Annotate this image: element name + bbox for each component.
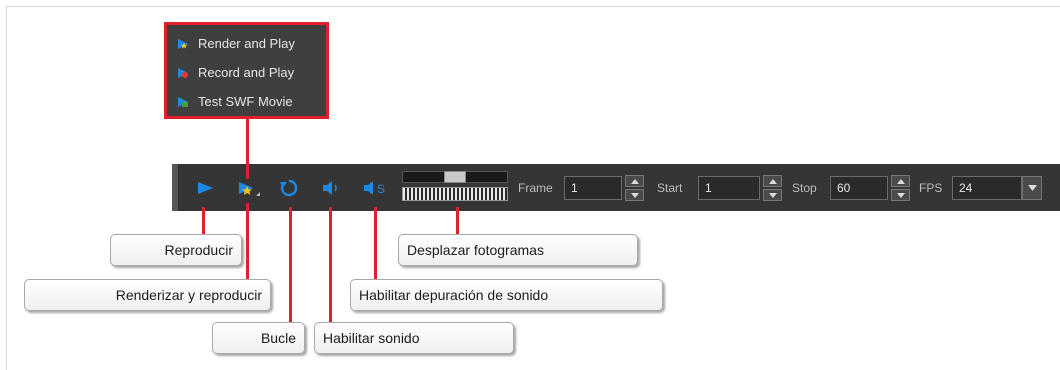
play-icon[interactable] — [194, 177, 216, 199]
playback-toolbar: S Frame 1 Start 1 Stop 60 FPS 24 — [172, 164, 1060, 211]
callout-line-sound-scrub — [374, 207, 377, 290]
spin-up-button[interactable] — [763, 175, 782, 187]
spin-down-button[interactable] — [891, 189, 910, 201]
callout-bucle: Bucle — [212, 322, 305, 354]
callout-reproducir: Reproducir — [110, 234, 242, 266]
menu-item-label: Record and Play — [198, 65, 295, 80]
stop-field[interactable]: 60 — [830, 176, 888, 200]
record-play-icon — [177, 67, 189, 79]
callout-line-render-play — [246, 203, 249, 290]
callout-habilitar-depuracion-de-sonido: Habilitar depuración de sonido — [350, 279, 663, 311]
callout-habilitar-sonido: Habilitar sonido — [314, 322, 514, 354]
toolbar-grip[interactable] — [172, 164, 179, 211]
frame-field[interactable]: 1 — [564, 176, 622, 200]
menu-item-label: Render and Play — [198, 36, 295, 51]
menu-item-test-swf-movie[interactable]: Test SWF Movie — [167, 87, 326, 116]
menu-item-render-and-play[interactable]: Render and Play — [167, 29, 326, 58]
render-play-menu: Render and Play Record and Play Test SWF… — [164, 22, 329, 119]
frame-label: Frame — [518, 181, 553, 195]
spin-down-button[interactable] — [625, 189, 644, 201]
fps-dropdown-button[interactable] — [1022, 176, 1042, 200]
menu-item-record-and-play[interactable]: Record and Play — [167, 58, 326, 87]
start-label: Start — [657, 181, 683, 195]
sound-icon[interactable] — [320, 177, 342, 199]
spin-up-button[interactable] — [625, 175, 644, 187]
fps-select[interactable]: 24 — [952, 176, 1022, 200]
loop-icon[interactable] — [278, 177, 300, 199]
test-swf-icon — [177, 96, 189, 108]
callout-desplazar-fotogramas: Desplazar fotogramas — [398, 234, 638, 266]
render-play-icon[interactable] — [236, 177, 260, 199]
callout-line-menu — [246, 119, 249, 179]
spin-down-button[interactable] — [763, 189, 782, 201]
stop-spinner[interactable] — [891, 175, 910, 201]
fps-label: FPS — [919, 181, 943, 195]
svg-text:S: S — [377, 182, 385, 196]
menu-item-label: Test SWF Movie — [198, 94, 293, 109]
chevron-down-icon — [1027, 185, 1037, 191]
frame-spinner[interactable] — [625, 175, 644, 201]
callout-line-sound — [329, 207, 332, 334]
scrubber-thumb[interactable] — [444, 171, 466, 183]
stop-label: Stop — [792, 181, 817, 195]
frame-scrubber[interactable] — [402, 169, 508, 203]
start-field[interactable]: 1 — [698, 176, 760, 200]
scrubber-ticks[interactable] — [402, 187, 508, 201]
sound-scrub-icon[interactable]: S — [362, 177, 390, 199]
callout-renderizar-y-reproducir: Renderizar y reproducir — [24, 279, 271, 311]
start-spinner[interactable] — [763, 175, 782, 201]
spin-up-button[interactable] — [891, 175, 910, 187]
callout-line-loop — [289, 207, 292, 334]
render-play-icon — [177, 38, 189, 50]
